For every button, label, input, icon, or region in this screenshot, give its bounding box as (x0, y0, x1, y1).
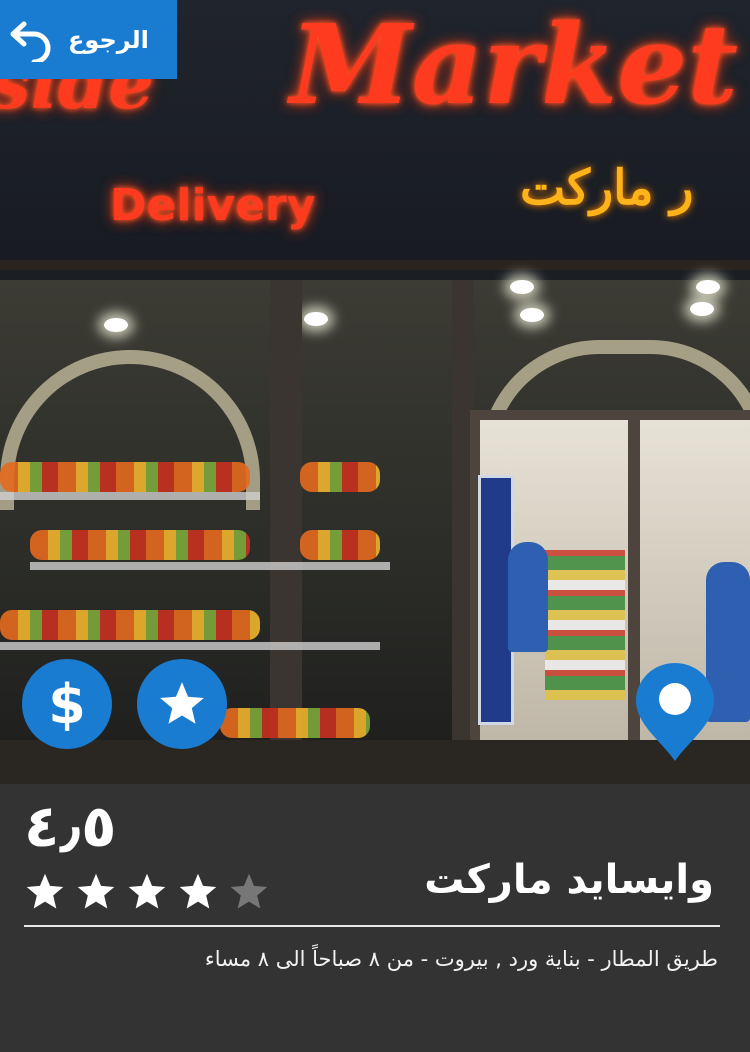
star-rating (24, 872, 270, 912)
star-filled-icon (26, 873, 64, 909)
ceiling-light (696, 280, 720, 294)
produce-display (220, 708, 370, 738)
shelf (30, 562, 390, 570)
ceiling-light (304, 312, 328, 326)
produce-display (30, 530, 250, 560)
store-info-panel: ٤٫٥ وايسايد ماركت طريق المطار - بناية ور… (0, 784, 750, 1052)
rating-value: ٤٫٥ (24, 792, 117, 860)
ceiling-light (104, 318, 128, 332)
produce-display (0, 462, 250, 492)
back-label: الرجوع (68, 25, 149, 54)
star-filled-icon (128, 873, 166, 909)
star-filled-icon (77, 873, 115, 909)
shelf (0, 642, 380, 650)
store-name: وايسايد ماركت (424, 857, 714, 903)
store-address: طريق المطار - بناية ورد , بيروت - من ٨ ص… (204, 947, 718, 971)
person (508, 542, 548, 652)
back-button[interactable]: الرجوع (0, 0, 177, 79)
divider (24, 925, 720, 927)
sign-text-market: Market (290, 0, 739, 129)
star-empty-icon (230, 873, 268, 909)
sign-text-arabic: ر ماركت (520, 160, 694, 216)
dollar-icon: $ (48, 672, 86, 736)
ceiling-light (690, 302, 714, 316)
map-pin-icon[interactable] (632, 660, 718, 764)
store-shelves (545, 550, 625, 700)
ceiling-light (520, 308, 544, 322)
price-button[interactable]: $ (22, 659, 112, 749)
sign-text-delivery: Delivery (110, 180, 316, 231)
rating-button[interactable] (137, 659, 227, 749)
back-arrow-icon (10, 21, 51, 62)
produce-display (0, 610, 260, 640)
star-filled-icon (179, 873, 217, 909)
produce-display (300, 530, 380, 560)
produce-display (300, 462, 380, 492)
ceiling-light (510, 280, 534, 294)
shelf (0, 492, 260, 500)
star-icon (160, 682, 204, 724)
